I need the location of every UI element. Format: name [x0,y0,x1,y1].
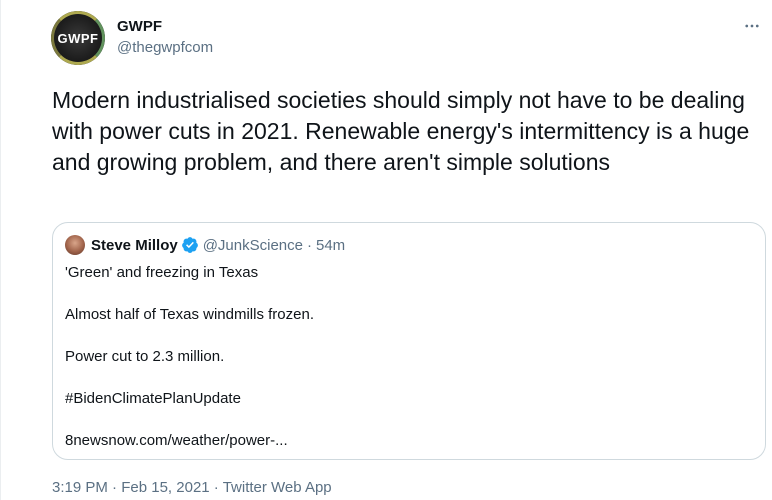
tweet-text: Modern industrialised societies should s… [52,87,750,175]
tweet-source[interactable]: Twitter Web App [223,479,332,496]
meta-separator: · [112,479,118,496]
author-display-name[interactable]: GWPF [117,17,213,37]
quoted-link[interactable]: 8newsnow.com/weather/power-... [65,431,314,451]
meta-separator: · [213,479,219,496]
verified-badge-icon [181,236,199,254]
quoted-avatar [65,235,85,255]
quoted-line: 'Green' and freezing in Texas [65,264,259,281]
more-horizontal-icon [745,24,759,28]
quoted-header: Steve Milloy @JunkScience · 54m [65,235,345,255]
quoted-tweet[interactable]: Steve Milloy @JunkScience · 54m 'Green' … [52,222,766,460]
quoted-display-name: Steve Milloy [91,236,178,254]
tweet-card: GWPF GWPF @thegwpfcom Modern industriali… [0,0,772,500]
tweet-meta: 3:19 PM · Feb 15, 2021 · Twitter Web App [52,479,332,496]
tweet-header: GWPF GWPF @thegwpfcom [51,11,213,65]
avatar-logo-text: GWPF [57,30,99,46]
quoted-line: Power cut to 2.3 million. [65,348,225,365]
quoted-hashtag[interactable]: #BidenClimatePlanUpdate [65,389,314,409]
quoted-separator: · [306,236,312,254]
quoted-handle: @JunkScience [202,236,303,254]
quoted-text: 'Green' and freezing in Texas Almost hal… [65,263,314,473]
author-handle[interactable]: @thegwpfcom [117,38,213,58]
quoted-line: Almost half of Texas windmills frozen. [65,306,314,323]
author-names: GWPF @thegwpfcom [117,17,213,58]
more-options-button[interactable] [740,14,764,38]
tweet-time[interactable]: 3:19 PM [52,479,108,496]
tweet-date[interactable]: Feb 15, 2021 [121,479,209,496]
author-avatar[interactable]: GWPF [51,11,105,65]
quoted-timestamp[interactable]: 54m [316,237,345,254]
